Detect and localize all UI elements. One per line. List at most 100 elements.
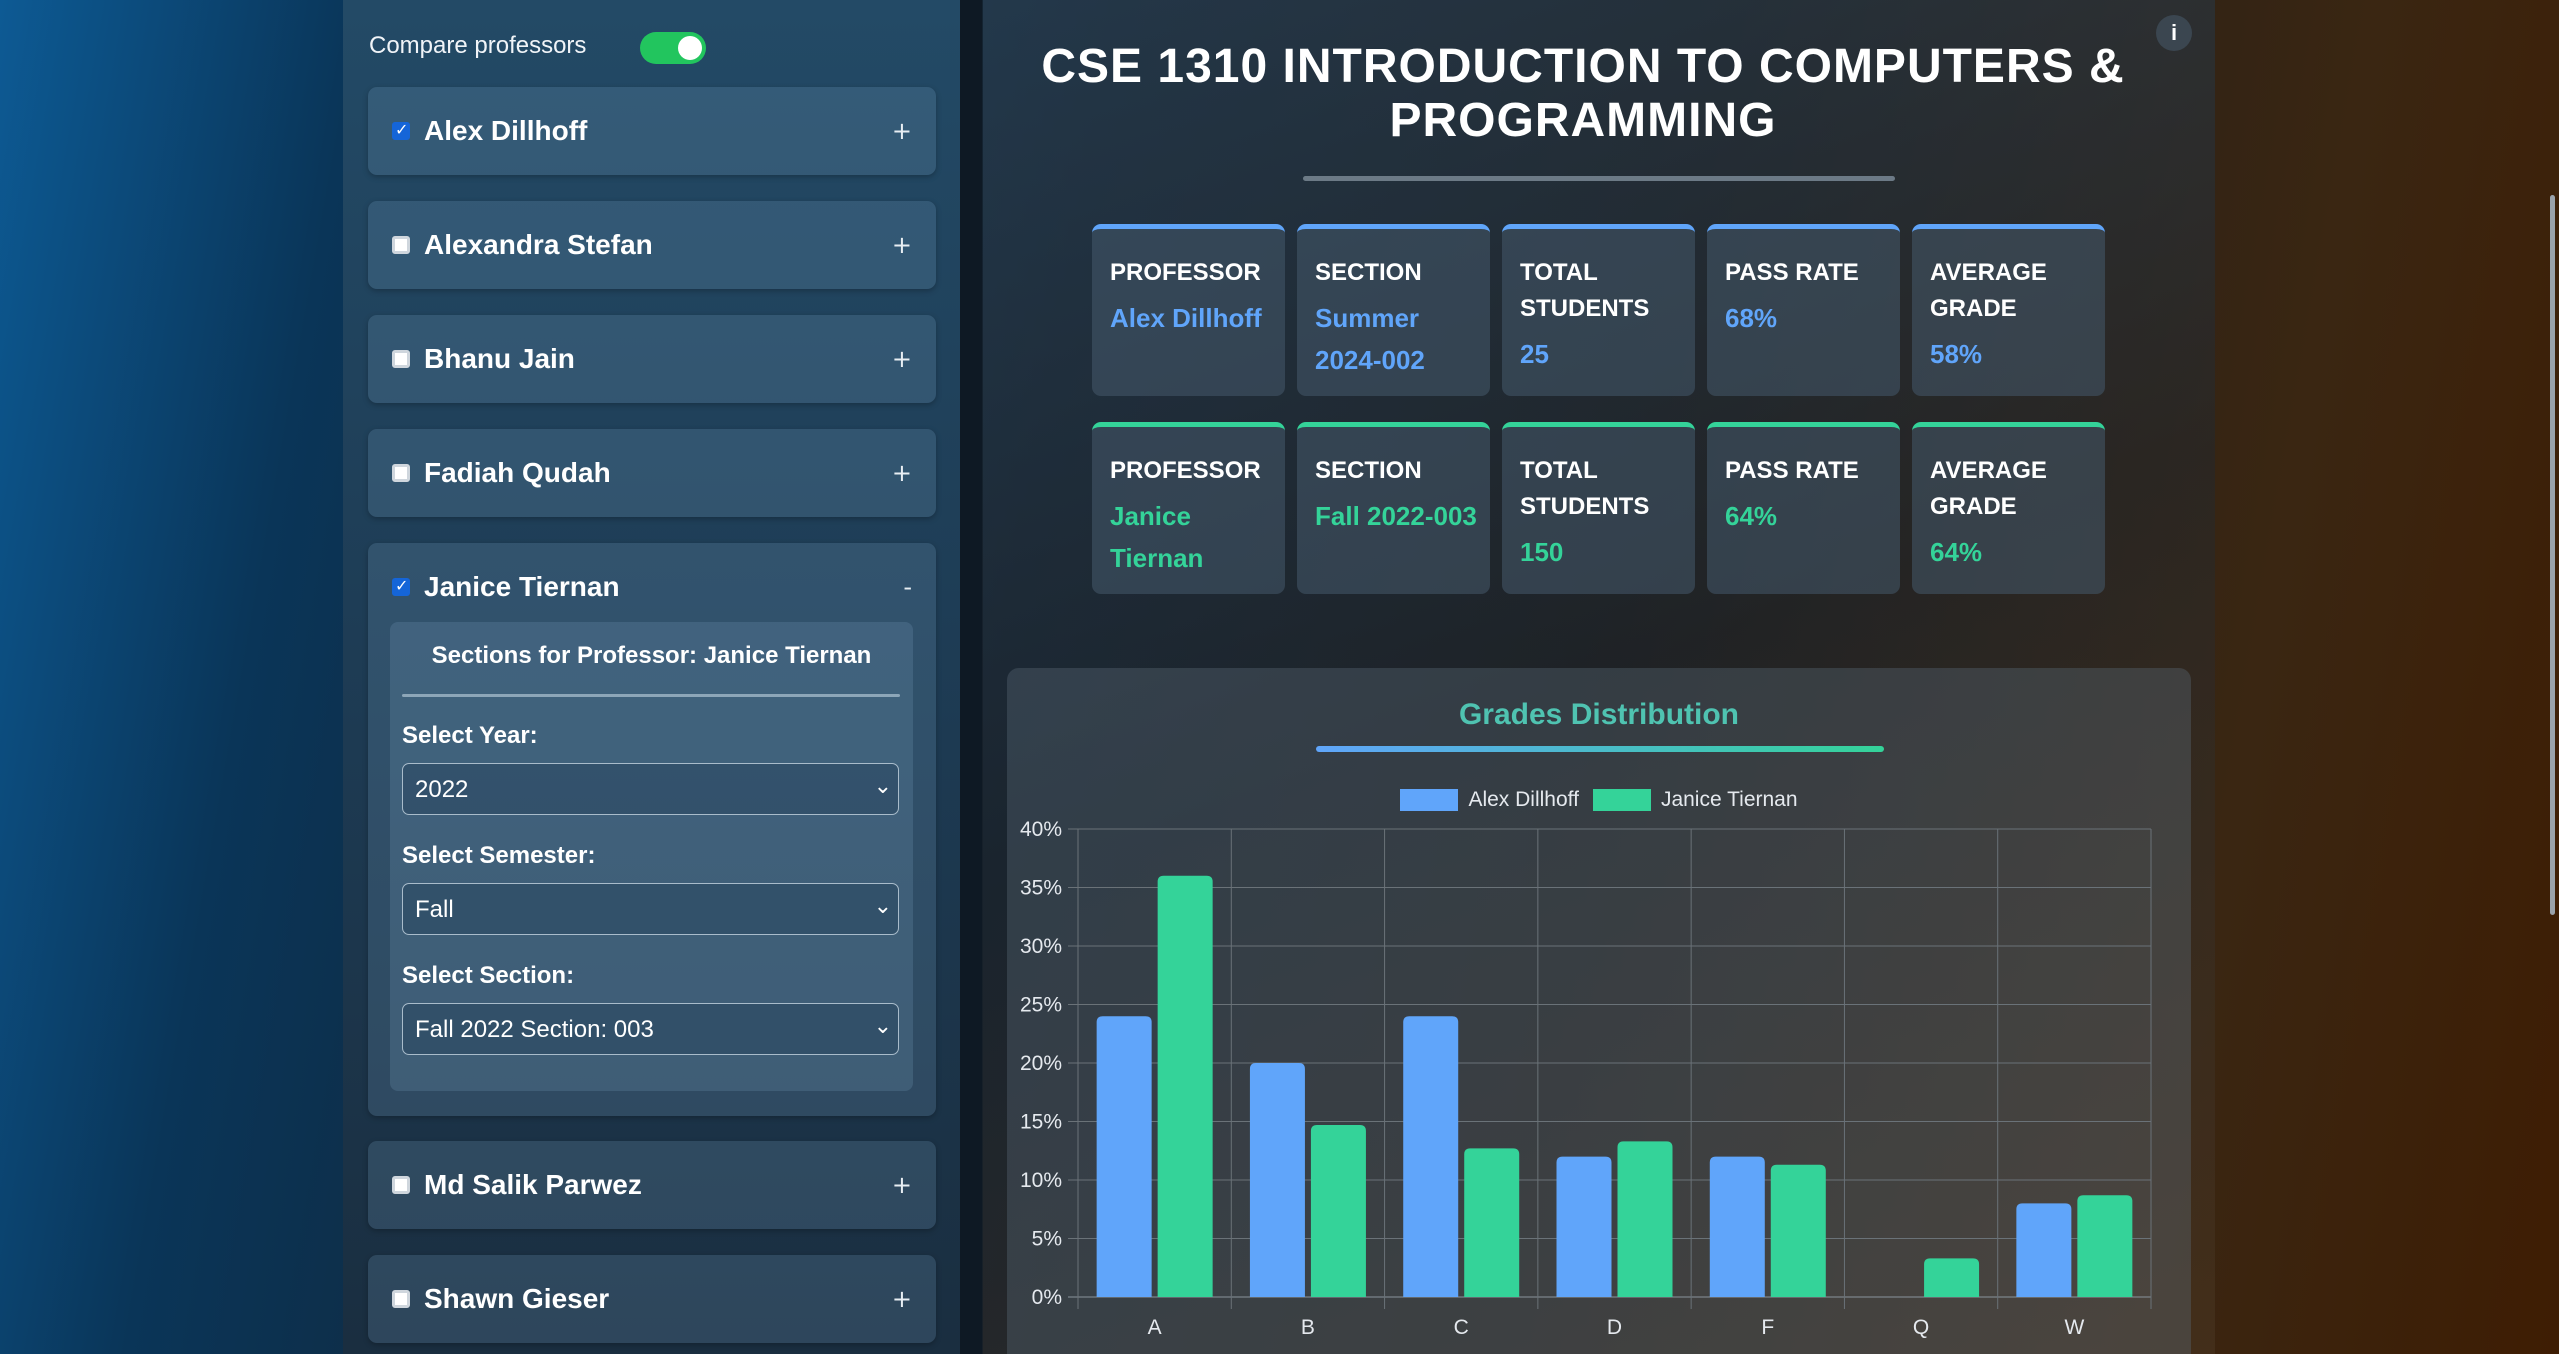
compare-professors-label: Compare professors — [369, 32, 587, 59]
professor-checkbox[interactable] — [392, 464, 410, 482]
professor-card: Bhanu Jain + — [368, 315, 936, 403]
professor-checkbox[interactable] — [392, 576, 410, 596]
stat-label: TOTAL STUDENTS — [1520, 259, 1650, 322]
chevron-down-icon: ⌄ — [873, 894, 892, 919]
y-tick-label: 10% — [1020, 1169, 1062, 1192]
stat-value: 25 — [1520, 339, 1549, 369]
professor-checkbox[interactable] — [392, 1176, 410, 1194]
stat-card: TOTAL STUDENTS 150 — [1502, 422, 1695, 594]
professor-card-header[interactable]: Janice Tiernan - — [368, 543, 936, 631]
professor-checkbox[interactable] — [392, 236, 410, 254]
stat-label: PROFESSOR — [1110, 259, 1261, 286]
stat-label: PASS RATE — [1725, 457, 1859, 484]
main-panel: i CSE 1310 INTRODUCTION TO COMPUTERS & P… — [983, 0, 2215, 1354]
course-title: CSE 1310 INTRODUCTION TO COMPUTERS & PRO… — [1041, 40, 2125, 147]
stat-card: PASS RATE 68% — [1707, 224, 1900, 396]
y-tick-label: 40% — [1020, 818, 1062, 841]
professor-name: Fadiah Qudah — [424, 457, 611, 488]
professor-sidebar: Compare professors Alex Dillhoff+ Alexand… — [343, 0, 960, 1354]
stat-card: TOTAL STUDENTS 25 — [1502, 224, 1695, 396]
sections-panel-title: Sections for Professor: Janice Tiernan — [431, 642, 872, 669]
professor-name: Janice Tiernan — [424, 571, 620, 602]
professor-card: Alex Dillhoff + — [368, 87, 936, 175]
section-select-label: Select Section: — [402, 962, 575, 989]
professor-name: Alexandra Stefan — [424, 229, 653, 260]
expand-toggle[interactable]: + — [892, 1171, 912, 1199]
professor-card-header[interactable]: Fadiah Qudah + — [368, 429, 936, 517]
section-select[interactable]: Fall 2022 Section: 003 ⌄ — [402, 1003, 899, 1055]
semester-select-label: Select Semester: — [402, 842, 596, 869]
x-tick-label: F — [1761, 1316, 1774, 1339]
semester-select-value: Fall — [415, 896, 454, 923]
professor-name: Shawn Gieser — [424, 1283, 610, 1314]
compare-professors-toggle[interactable] — [640, 32, 706, 64]
stat-label: AVERAGE GRADE — [1930, 457, 2047, 520]
toggle-knob — [678, 36, 702, 60]
stat-label: TOTAL STUDENTS — [1520, 457, 1650, 520]
stat-card: PASS RATE 64% — [1707, 422, 1900, 594]
x-tick-label: D — [1607, 1316, 1622, 1339]
bar-series-1 — [1403, 1016, 1459, 1297]
x-tick-label: W — [2064, 1316, 2084, 1339]
bar-series-2 — [1617, 1141, 1673, 1297]
expand-toggle[interactable]: + — [892, 345, 912, 373]
professor-checkbox[interactable] — [392, 120, 410, 140]
stat-card: SECTION Summer 2024-002 — [1297, 224, 1490, 396]
year-select-label: Select Year: — [402, 722, 538, 749]
professor-card-header[interactable]: Alexandra Stefan + — [368, 201, 936, 289]
expand-toggle[interactable]: + — [892, 231, 912, 259]
stat-value: 150 — [1520, 537, 1564, 567]
y-tick-label: 15% — [1020, 1111, 1062, 1134]
professor-checkbox[interactable] — [392, 350, 410, 368]
expand-toggle[interactable]: + — [892, 117, 912, 145]
year-select[interactable]: 2022 ⌄ — [402, 763, 899, 815]
y-tick-label: 20% — [1020, 1052, 1062, 1075]
y-tick-label: 0% — [1032, 1286, 1062, 1309]
sections-panel: Sections for Professor: Janice Tiernan Se… — [390, 622, 913, 1091]
bar-series-2 — [1464, 1148, 1520, 1297]
stat-value: Summer 2024-002 — [1315, 303, 1425, 375]
stat-value: 64% — [1930, 537, 1983, 567]
bar-series-1 — [1709, 1156, 1765, 1297]
professor-card: Fadiah Qudah + — [368, 429, 936, 517]
stat-value: Janice Tiernan — [1110, 501, 1204, 573]
bar-series-2 — [2077, 1195, 2133, 1297]
bar-series-2 — [1770, 1164, 1826, 1297]
bar-series-1 — [1556, 1156, 1612, 1297]
professor-name: Md Salik Parwez — [424, 1169, 642, 1200]
semester-select[interactable]: Fall ⌄ — [402, 883, 899, 935]
bar-series-1 — [2016, 1203, 2072, 1297]
page-scrollbar-thumb[interactable] — [2550, 195, 2555, 915]
professor-card: Md Salik Parwez + — [368, 1141, 936, 1229]
grades-bar-chart: 0% 5% 10% 15% 20% 25% 30% 35% 40% A B C D F Q W — [1020, 818, 2152, 1339]
professor-card-header[interactable]: Bhanu Jain + — [368, 315, 936, 403]
stat-label: SECTION — [1315, 457, 1422, 484]
stat-value: 58% — [1930, 339, 1983, 369]
stat-label: PASS RATE — [1725, 259, 1859, 286]
stat-label: AVERAGE GRADE — [1930, 259, 2047, 322]
x-tick-label: B — [1301, 1316, 1315, 1339]
professor-card-header[interactable]: Shawn Gieser + — [368, 1255, 936, 1343]
y-tick-label: 30% — [1020, 935, 1062, 958]
sidebar-scrollbar-track[interactable] — [960, 0, 982, 1354]
y-tick-label: 25% — [1020, 994, 1062, 1017]
professor-card-header[interactable]: Alex Dillhoff + — [368, 87, 936, 175]
info-button[interactable]: i — [2156, 15, 2192, 51]
bar-series-1 — [1249, 1063, 1305, 1297]
collapse-toggle[interactable]: - — [903, 573, 912, 601]
professor-card: Shawn Gieser + — [368, 1255, 936, 1343]
professor-checkbox[interactable] — [392, 1290, 410, 1308]
professor-card: Alexandra Stefan + — [368, 201, 936, 289]
professor-name: Bhanu Jain — [424, 343, 575, 374]
expand-toggle[interactable]: + — [892, 1285, 912, 1313]
expand-toggle[interactable]: + — [892, 459, 912, 487]
stat-label: PROFESSOR — [1110, 457, 1261, 484]
stat-value: 64% — [1725, 501, 1778, 531]
professor-card-header[interactable]: Md Salik Parwez + — [368, 1141, 936, 1229]
sections-divider — [402, 694, 900, 697]
x-tick-label: C — [1454, 1316, 1469, 1339]
y-tick-label: 35% — [1020, 877, 1062, 900]
bar-series-2 — [1310, 1125, 1366, 1297]
stat-card: AVERAGE GRADE 64% — [1912, 422, 2105, 594]
grades-chart-card: Grades Distribution Alex Dillhoff Janice … — [1007, 668, 2191, 1354]
